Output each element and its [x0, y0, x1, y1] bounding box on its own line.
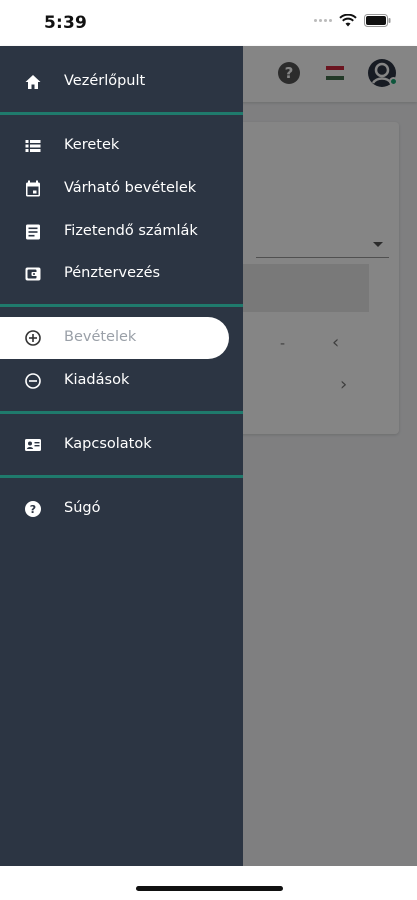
nav-divider: [0, 112, 243, 115]
home-icon: [25, 75, 41, 89]
battery-icon: [364, 14, 391, 27]
nav-label: Keretek: [64, 137, 120, 153]
nav-divider: [0, 411, 243, 414]
nav-divider: [0, 475, 243, 478]
nav-item-kapcsolatok[interactable]: Kapcsolatok: [0, 424, 243, 466]
home-indicator[interactable]: [136, 886, 283, 891]
signal-icon: [314, 19, 332, 22]
help-circle-icon: ?: [25, 501, 41, 517]
nav-item-varhato-bevetelek[interactable]: Várható bevételek: [0, 168, 243, 210]
plus-circle-icon: [25, 330, 41, 346]
status-bar: 5:39: [0, 0, 417, 46]
nav-item-vezerlopult[interactable]: Vezérlőpult: [0, 61, 243, 103]
nav-label: Kiadások: [64, 372, 130, 388]
nav-label: Pénztervezés: [64, 265, 161, 281]
navigation-drawer: Vezérlőpult Keretek Várható bevételek Fi…: [0, 46, 243, 866]
nav-item-fizetendo-szamlak[interactable]: Fizetendő számlák: [0, 211, 243, 253]
contact-card-icon: [25, 439, 41, 451]
status-icons: [314, 14, 391, 27]
status-time: 5:39: [44, 13, 88, 33]
nav-label: Bevételek: [64, 329, 137, 345]
calendar-icon: [26, 180, 40, 197]
nav-item-penztervezes[interactable]: Pénztervezés: [0, 253, 243, 295]
svg-text:?: ?: [30, 503, 36, 516]
nav-item-kiadasok[interactable]: Kiadások: [0, 360, 243, 402]
list-icon: [25, 140, 41, 152]
nav-item-sugo[interactable]: ? Súgó: [0, 488, 243, 530]
bottom-bar: [0, 866, 417, 900]
nav-label: Súgó: [64, 500, 101, 516]
wallet-icon: [25, 267, 41, 281]
document-icon: [26, 224, 40, 240]
minus-circle-icon: [25, 373, 41, 389]
nav-label: Kapcsolatok: [64, 436, 152, 452]
nav-label: Vezérlőpult: [64, 73, 146, 89]
nav-item-bevetelek[interactable]: Bevételek: [0, 317, 229, 359]
nav-label: Várható bevételek: [64, 180, 197, 196]
nav-divider: [0, 304, 243, 307]
nav-item-keretek[interactable]: Keretek: [0, 125, 243, 167]
wifi-icon: [339, 14, 357, 27]
nav-label: Fizetendő számlák: [64, 223, 198, 239]
